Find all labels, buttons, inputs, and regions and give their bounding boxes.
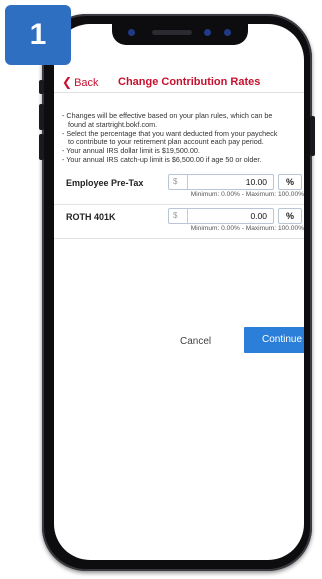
continue-button[interactable]: Continue xyxy=(244,327,304,353)
chevron-left-icon: ❮ xyxy=(62,75,73,89)
contribution-label: ROTH 401K xyxy=(66,212,116,222)
page-title: Change Contribution Rates xyxy=(118,76,261,88)
contribution-label: Employee Pre-Tax xyxy=(66,178,144,188)
back-button[interactable]: ❮ Back xyxy=(62,72,99,93)
phone-notch xyxy=(112,23,248,45)
cancel-button[interactable]: Cancel xyxy=(180,336,211,347)
step-number-badge: 1 xyxy=(5,5,71,65)
navigation-bar: ❮ Back Change Contribution Rates xyxy=(54,72,304,93)
roth-rate-input[interactable]: $ 0.00 xyxy=(168,208,274,224)
pre-tax-rate-input[interactable]: $ 10.00 xyxy=(168,174,274,190)
phone-side-button xyxy=(39,80,44,94)
instructions-text: - Changes will be effective based on you… xyxy=(62,111,302,165)
rate-value: 10.00 xyxy=(245,177,267,187)
percent-toggle[interactable]: % xyxy=(278,208,302,224)
phone-volume-up-button xyxy=(39,104,44,130)
contribution-row-roth: ROTH 401K $ 0.00 % Minimum: 0.00% - Maxi… xyxy=(54,208,304,239)
sensor-icon xyxy=(204,29,211,36)
input-divider xyxy=(187,175,188,189)
phone-power-button xyxy=(310,116,315,156)
contribution-row-pre-tax: Employee Pre-Tax $ 10.00 % Minimum: 0.00… xyxy=(54,174,304,205)
camera-icon xyxy=(128,29,135,36)
app-screen: ❮ Back Change Contribution Rates - Change… xyxy=(54,24,304,560)
back-button-label: Back xyxy=(74,77,99,89)
dollar-icon: $ xyxy=(173,211,178,220)
phone-volume-down-button xyxy=(39,134,44,160)
speaker-grille xyxy=(152,30,192,35)
instruction-line: - Your annual IRS catch-up limit is $6,5… xyxy=(62,154,262,164)
dollar-icon: $ xyxy=(173,177,178,186)
rate-range-hint: Minimum: 0.00% - Maximum: 100.00% xyxy=(190,191,304,198)
input-divider xyxy=(187,209,188,223)
rate-range-hint: Minimum: 0.00% - Maximum: 100.00% xyxy=(190,225,304,232)
percent-toggle[interactable]: % xyxy=(278,174,302,190)
front-camera-icon xyxy=(224,29,231,36)
rate-value: 0.00 xyxy=(250,211,267,221)
